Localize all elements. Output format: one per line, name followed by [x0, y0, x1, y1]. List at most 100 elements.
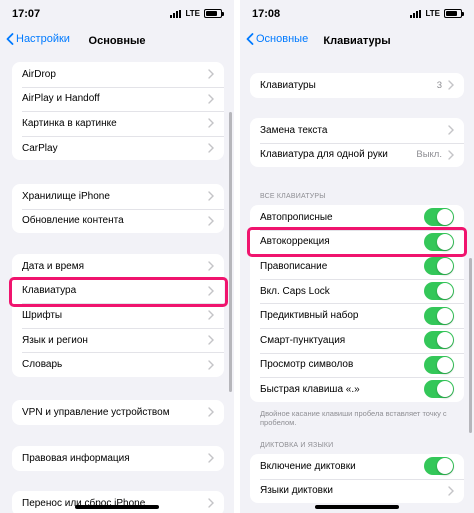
row-label: Словарь [22, 359, 63, 371]
chevron-right-icon [448, 486, 454, 496]
toggle-period-shortcut[interactable] [424, 380, 454, 399]
settings-group-legal: Правовая информация [12, 446, 224, 471]
chevron-right-icon [208, 286, 214, 296]
settings-row-smart-punctuation: Смарт-пунктуация [250, 327, 464, 353]
toggle-auto-correction[interactable] [424, 232, 454, 251]
settings-row-language-region[interactable]: Язык и регион [12, 327, 224, 353]
network-label: LTE [185, 9, 200, 18]
settings-group-vpn: VPN и управление устройством [12, 400, 224, 425]
row-label: Дата и время [22, 260, 85, 272]
toggle-enable-dictation[interactable] [424, 457, 454, 476]
row-label: Автокоррекция [260, 236, 330, 248]
row-label: Вкл. Caps Lock [260, 285, 330, 297]
settings-row-enable-dictation: Включение диктовки [250, 454, 464, 479]
row-label: CarPlay [22, 142, 58, 154]
chevron-right-icon [208, 216, 214, 226]
row-label: Клавиатуры [260, 79, 316, 91]
network-label: LTE [425, 9, 440, 18]
settings-row-dictionary[interactable]: Словарь [12, 352, 224, 377]
toggle-character-preview[interactable] [424, 355, 454, 374]
settings-row-carplay[interactable]: CarPlay [12, 135, 224, 161]
status-time: 17:07 [12, 8, 41, 20]
settings-row-iphone-storage[interactable]: Хранилище iPhone [12, 184, 224, 209]
back-button[interactable]: Основные [246, 33, 308, 45]
home-indicator [315, 505, 399, 509]
chevron-right-icon [208, 94, 214, 104]
row-label: Картинка в картинке [22, 117, 117, 129]
signal-icon [170, 9, 182, 18]
home-indicator [75, 505, 159, 509]
settings-row-legal-info[interactable]: Правовая информация [12, 446, 224, 471]
keyboards-group-list: Клавиатуры 3 [250, 73, 464, 98]
chevron-right-icon [208, 335, 214, 345]
chevron-right-icon [208, 118, 214, 129]
settings-row-airdrop[interactable]: AirDrop [12, 62, 224, 87]
row-label: Включение диктовки [260, 460, 356, 472]
settings-row-character-preview: Просмотр символов [250, 352, 464, 378]
settings-row-date-time[interactable]: Дата и время [12, 254, 224, 279]
settings-row-auto-correction: Автокоррекция [250, 229, 464, 255]
battery-icon [204, 9, 224, 18]
settings-group-connectivity: AirDrop AirPlay и Handoff Картинка в кар… [12, 62, 224, 161]
row-label: Автопрописные [260, 211, 333, 223]
row-label: Клавиатура для одной руки [260, 149, 388, 161]
chevron-right-icon [208, 310, 214, 321]
chevron-left-icon [6, 33, 14, 45]
back-button[interactable]: Настройки [6, 33, 70, 45]
toggle-caps-lock[interactable] [424, 282, 454, 301]
row-label: Быстрая клавиша «.» [260, 383, 360, 395]
row-label: Обновление контента [22, 215, 124, 227]
scroll-indicator[interactable] [229, 112, 232, 392]
row-label: Правовая информация [22, 452, 130, 464]
settings-row-transfer-reset[interactable]: Перенос или сброс iPhone [12, 491, 224, 513]
row-label: Смарт-пунктуация [260, 334, 346, 346]
settings-row-airplay-handoff[interactable]: AirPlay и Handoff [12, 86, 224, 112]
toggle-smart-punctuation[interactable] [424, 331, 454, 350]
scroll-indicator[interactable] [469, 258, 472, 433]
toggle-predictive[interactable] [424, 306, 454, 325]
row-label: Языки диктовки [260, 485, 333, 497]
row-label: AirDrop [22, 68, 56, 80]
row-label: Предиктивный набор [260, 310, 359, 322]
settings-row-one-handed-keyboard[interactable]: Клавиатура для одной руки Выкл. [250, 142, 464, 168]
settings-row-auto-capitalization: Автопрописные [250, 205, 464, 230]
keyboards-group-text: Замена текста Клавиатура для одной руки В… [250, 118, 464, 168]
row-label: Хранилище iPhone [22, 190, 110, 202]
settings-group-locale: Дата и время Клавиатура Шрифты Язык и ре… [12, 254, 224, 377]
chevron-right-icon [208, 407, 214, 417]
chevron-right-icon [208, 261, 214, 271]
chevron-right-icon [448, 80, 454, 90]
row-label: Правописание [260, 260, 328, 272]
chevron-right-icon [448, 150, 454, 160]
chevron-right-icon [448, 125, 454, 135]
chevron-right-icon [208, 143, 214, 153]
row-label: VPN и управление устройством [22, 406, 170, 418]
settings-row-fonts[interactable]: Шрифты [12, 303, 224, 328]
settings-group-reset: Перенос или сброс iPhone [12, 491, 224, 513]
back-button-label: Основные [256, 33, 309, 45]
chevron-right-icon [208, 191, 214, 201]
battery-icon [444, 9, 464, 18]
settings-row-background-refresh[interactable]: Обновление контента [12, 208, 224, 234]
toggle-auto-capitalization[interactable] [424, 208, 454, 227]
settings-row-keyboards[interactable]: Клавиатуры 3 [250, 73, 464, 98]
settings-row-dictation-languages[interactable]: Языки диктовки [250, 478, 464, 504]
row-label: Замена текста [260, 124, 328, 136]
chevron-right-icon [208, 453, 214, 463]
keyboards-group-dictation: Включение диктовки Языки диктовки [250, 454, 464, 504]
toggle-spell-check[interactable] [424, 257, 454, 276]
chevron-right-icon [208, 69, 214, 79]
status-icons: LTE [410, 9, 464, 18]
settings-row-picture-in-picture[interactable]: Картинка в картинке [12, 111, 224, 136]
row-label: Просмотр символов [260, 359, 354, 371]
settings-row-text-replacement[interactable]: Замена текста [250, 118, 464, 143]
period-shortcut-footnote: Двойное касание клавиши пробела вставляе… [260, 409, 447, 427]
settings-row-spell-check: Правописание [250, 254, 464, 279]
settings-row-vpn-device-management[interactable]: VPN и управление устройством [12, 400, 224, 425]
signal-icon [410, 9, 422, 18]
settings-row-keyboard[interactable]: Клавиатура [12, 278, 224, 304]
row-value: Выкл. [416, 149, 442, 161]
back-button-label: Настройки [16, 33, 70, 45]
settings-row-predictive: Предиктивный набор [250, 303, 464, 328]
section-header-dictation: ДИКТОВКА И ЯЗЫКИ [260, 442, 334, 449]
